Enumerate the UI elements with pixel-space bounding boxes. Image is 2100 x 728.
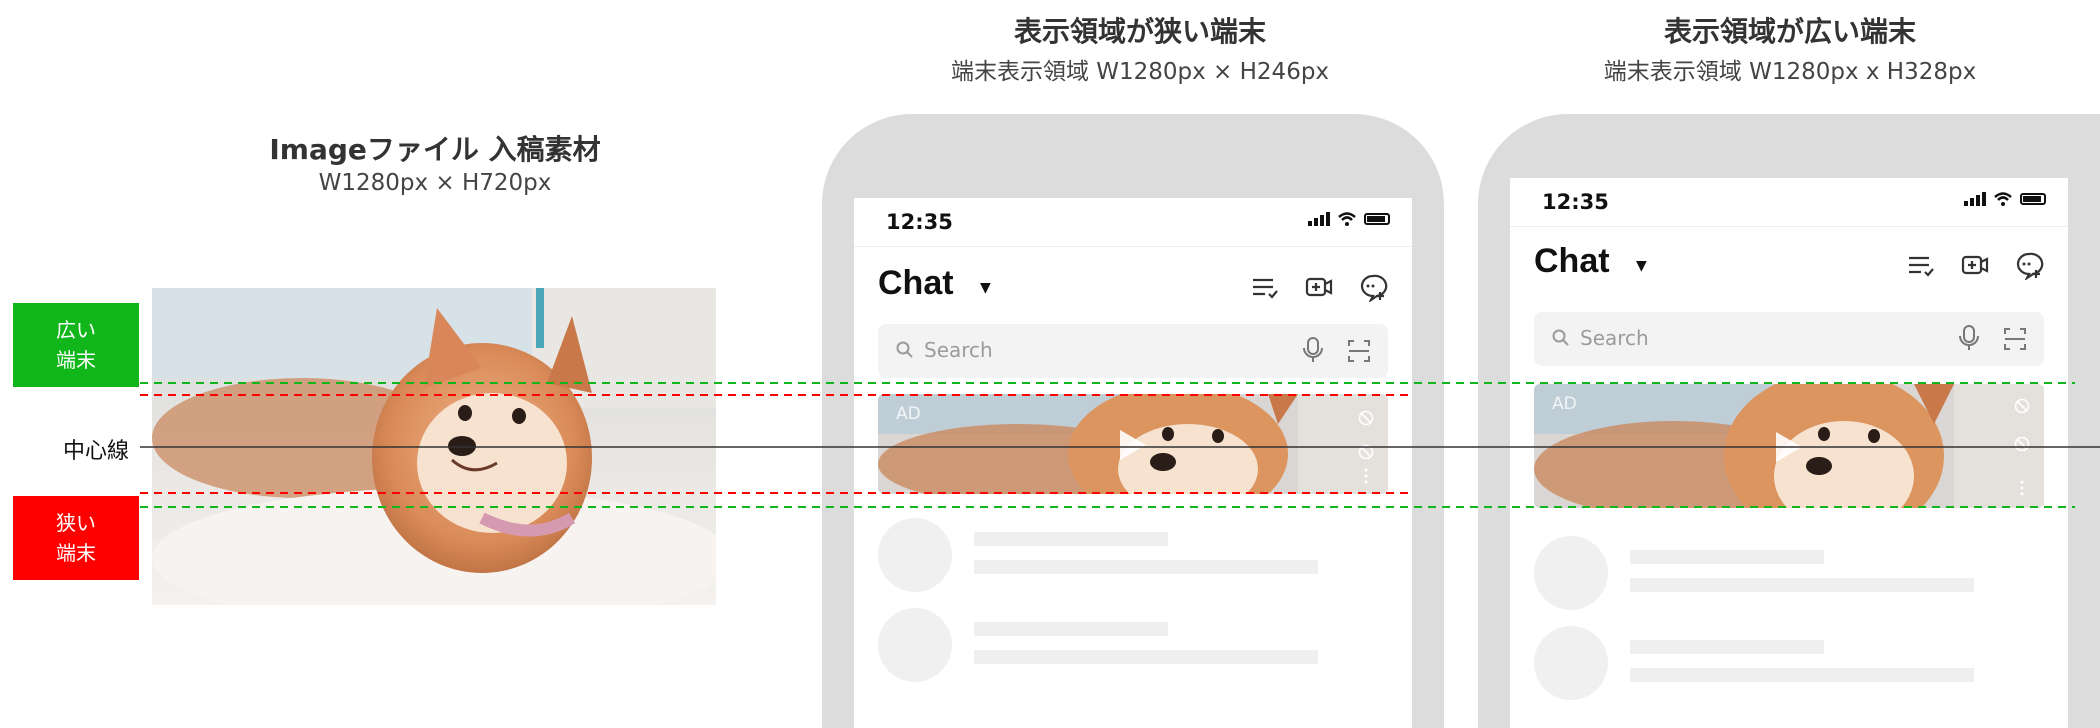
narrow-title: 表示領域が狭い端末 bbox=[1013, 15, 1266, 48]
block-icon[interactable] bbox=[1358, 444, 1374, 460]
narrow-subtitle: 端末表示領域 W1280px × H246px bbox=[950, 59, 1330, 85]
wide-device-tag-label: 広い 端末 bbox=[56, 318, 96, 372]
play-icon[interactable] bbox=[1118, 428, 1148, 462]
avatar-placeholder bbox=[1534, 626, 1608, 700]
chevron-down-icon[interactable]: ▼ bbox=[980, 280, 991, 296]
search-bar[interactable]: Search bbox=[878, 324, 1388, 378]
more-icon[interactable] bbox=[2019, 480, 2025, 496]
narrow-phone: 12:35 Chat ▼ Search AD bbox=[822, 114, 1444, 728]
battery-icon bbox=[2020, 193, 2046, 205]
ad-banner[interactable]: AD bbox=[878, 394, 1388, 494]
more-icon[interactable] bbox=[1363, 468, 1369, 484]
source-subtitle: W1280px × H720px bbox=[318, 170, 552, 196]
list-check-icon[interactable] bbox=[1250, 272, 1280, 302]
wifi-icon bbox=[1338, 212, 1356, 226]
message-placeholder bbox=[1630, 668, 1974, 682]
block-icon[interactable] bbox=[2014, 398, 2030, 414]
header-actions bbox=[1250, 272, 1388, 302]
play-icon[interactable] bbox=[1774, 430, 1804, 464]
message-placeholder bbox=[974, 560, 1318, 574]
chat-placeholder-row bbox=[878, 608, 1388, 688]
wide-subtitle: 端末表示領域 W1280px x H328px bbox=[1603, 59, 1977, 85]
narrow-device-tag-label: 狭い 端末 bbox=[56, 511, 96, 565]
status-time: 12:35 bbox=[886, 210, 953, 234]
chat-header: Chat ▼ bbox=[1534, 236, 2044, 296]
signal-icon bbox=[1964, 192, 1986, 206]
ad-label: AD bbox=[896, 404, 921, 424]
search-bar[interactable]: Search bbox=[1534, 312, 2044, 366]
signal-icon bbox=[1308, 212, 1330, 226]
ad-label: AD bbox=[1552, 394, 1577, 414]
scan-icon[interactable] bbox=[1348, 340, 1370, 362]
message-placeholder bbox=[974, 650, 1318, 664]
status-time: 12:35 bbox=[1542, 190, 1609, 214]
source-image bbox=[152, 288, 716, 605]
battery-icon bbox=[1364, 213, 1390, 225]
chat-placeholder-row bbox=[1534, 626, 2044, 706]
header-actions bbox=[1906, 250, 2044, 280]
chat-placeholder-row bbox=[878, 518, 1388, 598]
search-icon bbox=[1552, 329, 1569, 346]
search-placeholder: Search bbox=[924, 338, 993, 362]
status-icons bbox=[1308, 212, 1390, 226]
block-icon[interactable] bbox=[2014, 436, 2030, 452]
wide-phone: 12:35 Chat ▼ Search AD bbox=[1478, 114, 2100, 728]
source-title: Imageファイル 入稿素材 bbox=[269, 133, 601, 166]
status-icons bbox=[1964, 192, 2046, 206]
wifi-icon bbox=[1994, 192, 2012, 206]
name-placeholder bbox=[1630, 550, 1824, 564]
chat-plus-icon[interactable] bbox=[2014, 250, 2044, 280]
narrow-phone-screen: 12:35 Chat ▼ Search AD bbox=[854, 198, 1412, 728]
message-placeholder bbox=[1630, 578, 1974, 592]
search-placeholder: Search bbox=[1580, 326, 1649, 350]
mic-icon[interactable] bbox=[1302, 336, 1324, 364]
name-placeholder bbox=[1630, 640, 1824, 654]
ad-banner[interactable]: AD bbox=[1534, 384, 2044, 508]
search-icon bbox=[896, 341, 913, 358]
narrow-device-tag: 狭い 端末 bbox=[13, 496, 139, 580]
video-plus-icon[interactable] bbox=[1304, 272, 1334, 302]
avatar-placeholder bbox=[878, 518, 952, 592]
mic-icon[interactable] bbox=[1958, 324, 1980, 352]
chat-header: Chat ▼ bbox=[878, 258, 1388, 318]
list-check-icon[interactable] bbox=[1906, 250, 1936, 280]
video-plus-icon[interactable] bbox=[1960, 250, 1990, 280]
chat-plus-icon[interactable] bbox=[1358, 272, 1388, 302]
wide-phone-screen: 12:35 Chat ▼ Search AD bbox=[1510, 178, 2068, 728]
block-icon[interactable] bbox=[1358, 410, 1374, 426]
chat-title[interactable]: Chat bbox=[1534, 242, 1610, 281]
name-placeholder bbox=[974, 532, 1168, 546]
status-bar: 12:35 bbox=[1510, 178, 2068, 227]
scan-icon[interactable] bbox=[2004, 328, 2026, 350]
chat-title[interactable]: Chat bbox=[878, 264, 954, 303]
status-bar: 12:35 bbox=[854, 198, 1412, 247]
wide-title: 表示領域が広い端末 bbox=[1663, 15, 1916, 48]
center-line-label: 中心線 bbox=[63, 439, 130, 464]
avatar-placeholder bbox=[1534, 536, 1608, 610]
avatar-placeholder bbox=[878, 608, 952, 682]
chevron-down-icon[interactable]: ▼ bbox=[1636, 258, 1647, 274]
dog-photo-illustration bbox=[152, 288, 716, 605]
name-placeholder bbox=[974, 622, 1168, 636]
chat-placeholder-row bbox=[1534, 536, 2044, 616]
wide-device-tag: 広い 端末 bbox=[13, 303, 139, 387]
